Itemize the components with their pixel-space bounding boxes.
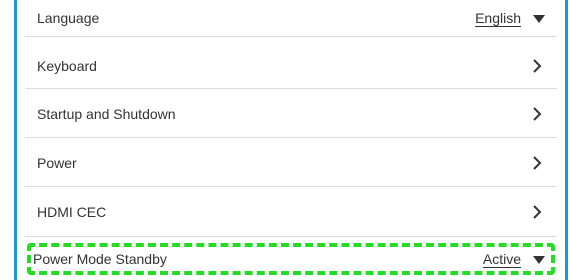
chevron-right-icon[interactable] — [529, 155, 545, 171]
power-mode-standby-row[interactable]: Power Mode Standby Active — [25, 241, 557, 277]
chevron-right-icon[interactable] — [529, 58, 545, 74]
startup-shutdown-label: Startup and Shutdown — [37, 106, 176, 122]
power-mode-standby-value[interactable]: Active — [483, 251, 521, 267]
hdmi-cec-row[interactable]: HDMI CEC — [25, 188, 557, 237]
hdmi-cec-label: HDMI CEC — [37, 204, 107, 220]
chevron-right-icon[interactable] — [529, 106, 545, 122]
power-label: Power — [37, 154, 77, 171]
keyboard-label: Keyboard — [37, 58, 97, 74]
startup-shutdown-row[interactable]: Startup and Shutdown — [25, 91, 557, 138]
keyboard-row[interactable]: Keyboard — [25, 44, 557, 89]
language-value[interactable]: English — [475, 10, 521, 26]
chevron-right-icon[interactable] — [529, 204, 545, 220]
caret-down-icon[interactable] — [533, 256, 545, 264]
language-label: Language — [37, 10, 100, 26]
language-row[interactable]: Language English — [25, 0, 557, 37]
power-mode-standby-label: Power Mode Standby — [33, 251, 167, 267]
power-row[interactable]: Power — [25, 139, 557, 187]
caret-down-icon[interactable] — [533, 15, 545, 23]
settings-panel: Language English Keyboard Startup and Sh… — [14, 0, 568, 280]
